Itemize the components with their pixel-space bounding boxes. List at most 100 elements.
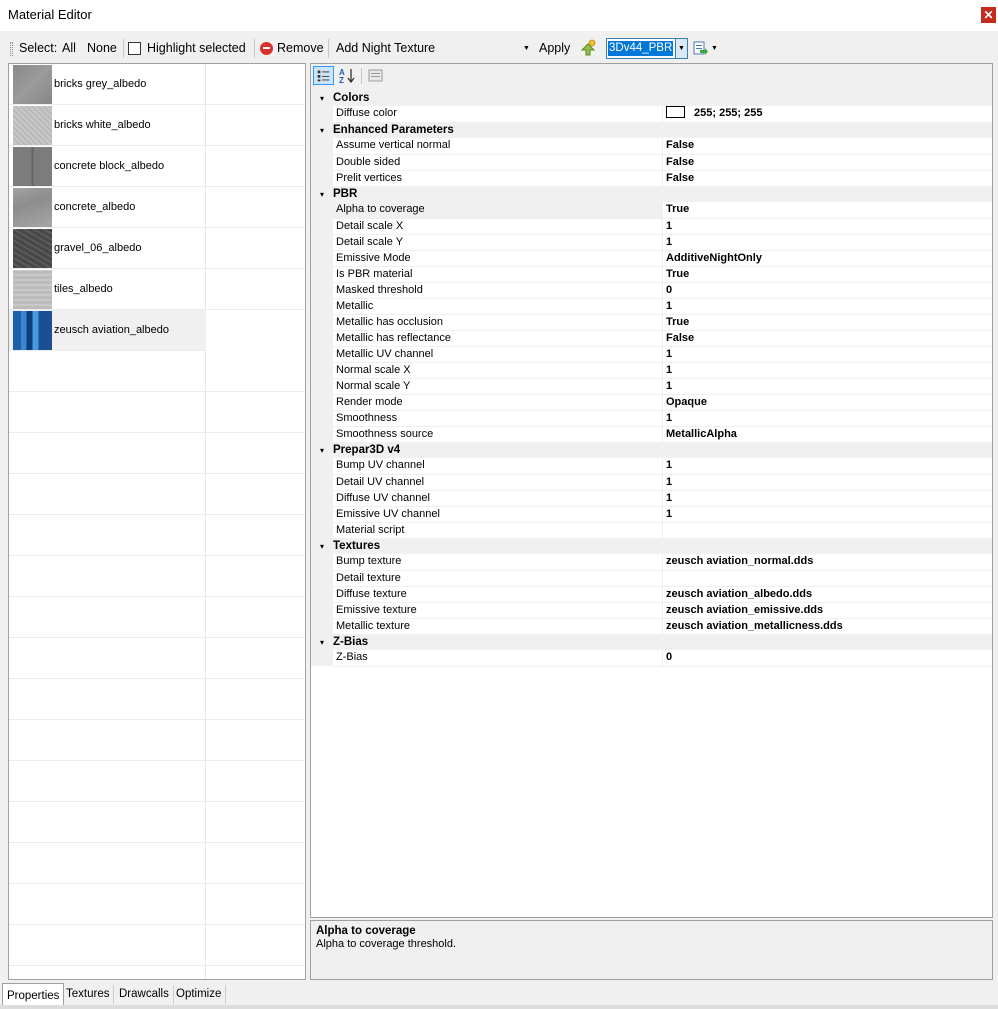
property-value[interactable]: 1 (662, 474, 992, 491)
list-item[interactable]: bricks grey_albedo (9, 64, 305, 105)
property-row[interactable]: Metallic has reflectance False (311, 330, 992, 347)
collapse-icon[interactable]: ▾ (311, 186, 333, 202)
remove-button[interactable]: Remove (277, 36, 324, 61)
property-row[interactable]: Normal scale X1 (311, 362, 992, 379)
property-row[interactable]: Detail texture (311, 570, 992, 587)
property-value[interactable]: 0 (662, 282, 992, 299)
select-none-button[interactable]: None (87, 36, 117, 61)
alphabetical-sort-icon[interactable]: A Z (336, 66, 357, 85)
list-item[interactable]: gravel_06_albedo (9, 228, 305, 269)
list-item[interactable]: concrete_albedo (9, 187, 305, 228)
property-row[interactable]: Assume vertical normal False (311, 138, 992, 155)
list-item[interactable]: zeusch aviation_albedo (9, 310, 206, 351)
property-pages-icon[interactable] (365, 66, 386, 85)
property-row[interactable]: Metallic UV channel 1 (311, 346, 992, 363)
close-icon[interactable]: ✕ (981, 7, 996, 23)
property-row[interactable]: Emissive Mode AdditiveNightOnly (311, 250, 992, 267)
property-row[interactable]: Metallic texture zeusch aviation_metallic… (311, 618, 992, 635)
property-value[interactable]: 1 (662, 490, 992, 507)
collapse-icon[interactable]: ▾ (311, 122, 333, 138)
property-value[interactable]: True (662, 202, 992, 219)
property-value[interactable]: False (662, 154, 992, 171)
color-swatch[interactable] (666, 106, 685, 119)
export-icon[interactable] (692, 40, 708, 56)
property-value[interactable]: 1 (662, 346, 992, 363)
collapse-icon[interactable]: ▾ (311, 90, 333, 106)
property-row[interactable]: Normal scale Y1 (311, 378, 992, 395)
chevron-down-icon[interactable]: ▼ (523, 36, 530, 61)
property-value[interactable]: 1 (662, 234, 992, 251)
property-row[interactable]: Masked threshold 0 (311, 282, 992, 299)
property-value[interactable]: 1 (662, 298, 992, 315)
property-grid[interactable]: A Z ▾ Colors Diffuse color 255; 255; 255 ▾ En… (310, 63, 993, 918)
list-item[interactable]: concrete block_albedo (9, 146, 305, 187)
property-value[interactable]: 255; 255; 255 (662, 106, 992, 123)
property-row[interactable]: Prelit vertices False (311, 170, 992, 187)
tab-optimize[interactable]: Optimize (172, 985, 227, 1004)
preset-combo[interactable]: 3Dv44_PBR ▼ (606, 38, 688, 59)
property-row[interactable]: Metallic has occlusion True (311, 314, 992, 331)
chevron-down-icon[interactable]: ▼ (675, 39, 687, 58)
property-row[interactable]: Diffuse color 255; 255; 255 (311, 106, 992, 123)
property-row[interactable]: Material script (311, 522, 992, 539)
list-item[interactable]: bricks white_albedo (9, 105, 305, 146)
property-value[interactable]: True (662, 314, 992, 331)
tab-drawcalls[interactable]: Drawcalls (115, 985, 174, 1004)
apply-icon[interactable] (579, 39, 597, 57)
property-value[interactable]: zeusch aviation_albedo.dds (662, 586, 992, 603)
property-category[interactable]: ▾ Prepar3D v4 (311, 442, 992, 458)
list-item[interactable]: tiles_albedo (9, 269, 305, 310)
property-row[interactable]: Alpha to coverage True (311, 202, 992, 219)
property-value[interactable]: Opaque (662, 394, 992, 411)
property-value[interactable]: 0 (662, 650, 992, 667)
property-row[interactable]: Detail scale Y1 (311, 234, 992, 251)
material-list[interactable]: bricks grey_albedo bricks white_albedo con… (8, 63, 306, 980)
property-value[interactable]: 1 (662, 410, 992, 427)
property-value[interactable]: 1 (662, 362, 992, 379)
highlight-selected-label[interactable]: Highlight selected (147, 36, 246, 61)
property-row[interactable]: Double sided False (311, 154, 992, 171)
property-row[interactable]: Smoothness 1 (311, 410, 992, 427)
property-row[interactable]: Detail scale X1 (311, 218, 992, 235)
tab-properties[interactable]: Properties (2, 983, 65, 1005)
property-value[interactable]: 1 (662, 378, 992, 395)
property-row[interactable]: Z-Bias 0 (311, 650, 992, 667)
property-value[interactable] (662, 522, 992, 539)
property-value[interactable]: 1 (662, 458, 992, 475)
property-row[interactable]: Bump UV channel 1 (311, 458, 992, 475)
property-value[interactable]: True (662, 266, 992, 283)
property-value[interactable]: zeusch aviation_emissive.dds (662, 602, 992, 619)
collapse-icon[interactable]: ▾ (311, 538, 333, 554)
property-category[interactable]: ▾ PBR (311, 186, 992, 202)
property-row[interactable]: Bump texture zeusch aviation_normal.dds (311, 554, 992, 571)
property-value[interactable] (662, 570, 992, 587)
collapse-icon[interactable]: ▾ (311, 634, 333, 650)
chevron-down-icon[interactable]: ▼ (711, 36, 718, 61)
property-value[interactable]: MetallicAlpha (662, 426, 992, 443)
property-row[interactable]: Render mode Opaque (311, 394, 992, 411)
property-row[interactable]: Diffuse texture zeusch aviation_albedo.dd… (311, 586, 992, 603)
property-row[interactable]: Diffuse UV channel 1 (311, 490, 992, 507)
property-value[interactable]: zeusch aviation_metallicness.dds (662, 618, 992, 635)
toolbar-grip[interactable] (10, 42, 13, 56)
property-category[interactable]: ▾ Colors (311, 90, 992, 106)
property-row[interactable]: Smoothness source MetallicAlpha (311, 426, 992, 443)
property-category[interactable]: ▾ Textures (311, 538, 992, 554)
property-value[interactable]: 1 (662, 218, 992, 235)
property-row[interactable]: Emissive UV channel 1 (311, 506, 992, 523)
property-row[interactable]: Metallic 1 (311, 298, 992, 315)
property-row[interactable]: Detail UV channel 1 (311, 474, 992, 491)
apply-button[interactable]: Apply (539, 36, 570, 61)
property-row[interactable]: Is PBR material True (311, 266, 992, 283)
tab-textures[interactable]: Textures (62, 985, 115, 1004)
property-value[interactable]: False (662, 170, 992, 187)
property-category[interactable]: ▾ Enhanced Parameters (311, 122, 992, 138)
add-night-texture-button[interactable]: Add Night Texture (336, 36, 435, 61)
highlight-selected-checkbox[interactable] (128, 42, 141, 55)
select-all-button[interactable]: All (62, 36, 76, 61)
remove-icon[interactable] (260, 42, 273, 55)
property-value[interactable]: False (662, 138, 992, 155)
categorized-view-icon[interactable] (313, 66, 334, 85)
property-value[interactable]: 1 (662, 506, 992, 523)
property-value[interactable]: zeusch aviation_normal.dds (662, 554, 992, 571)
